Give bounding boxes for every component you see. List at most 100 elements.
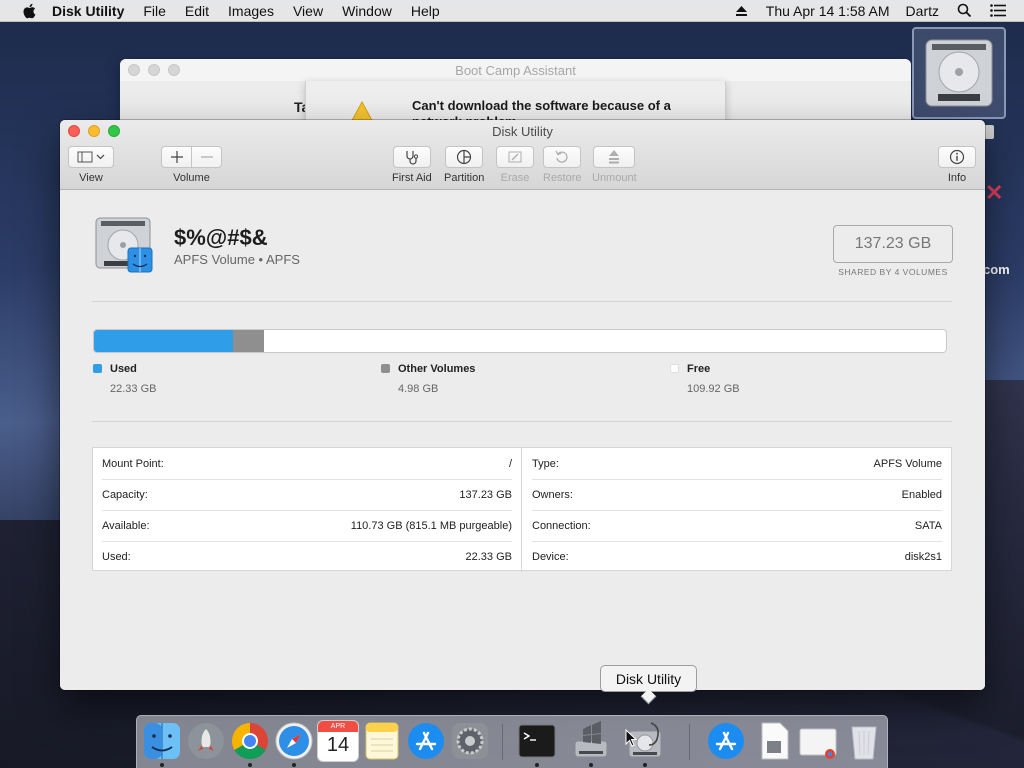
restore-tool: Restore [543, 146, 582, 184]
spotlight-icon[interactable] [957, 3, 972, 18]
document-icon[interactable] [754, 721, 794, 761]
shared-note: SHARED BY 4 VOLUMES [838, 267, 948, 277]
usage-other-segment [232, 330, 264, 352]
volume-size: 137.23 GB [854, 235, 932, 252]
minimize-button[interactable] [148, 64, 160, 76]
chrome-icon[interactable] [230, 721, 270, 761]
info-label: Info [947, 172, 967, 184]
terminal-icon[interactable] [517, 721, 557, 761]
unmount-tool: Unmount [592, 146, 637, 184]
info-value: 137.23 GB [459, 488, 512, 501]
apple-icon[interactable] [20, 3, 38, 19]
running-indicator [292, 763, 296, 767]
close-button[interactable] [128, 64, 140, 76]
info-key: Available: [102, 519, 150, 532]
menu-view[interactable]: View [293, 3, 323, 19]
divider [92, 301, 952, 302]
volume-subtitle: APFS Volume • APFS [174, 252, 300, 267]
info-tool: Info [938, 146, 976, 184]
menu-edit[interactable]: Edit [185, 3, 209, 19]
mouse-cursor-icon [625, 729, 637, 747]
safari-icon[interactable] [274, 721, 314, 761]
partition-icon [457, 149, 472, 165]
boot-camp-titlebar[interactable]: Boot Camp Assistant [120, 59, 911, 81]
legend-free-name: Free [687, 363, 711, 375]
dock-tooltip-text: Disk Utility [615, 670, 682, 687]
disk-utility-window[interactable]: Disk Utility View Volume First Aid Parti… [60, 120, 985, 690]
disk-utility-content: $%@#$& APFS Volume • APFS 137.23 GB SHAR… [60, 190, 985, 690]
erase-label: Erase [500, 172, 530, 184]
info-key: Mount Point: [102, 457, 164, 470]
unmount-icon [609, 150, 620, 164]
legend-other-value: 4.98 GB [398, 383, 439, 395]
eject-icon[interactable] [735, 5, 748, 17]
notes-icon[interactable] [362, 721, 402, 761]
menu-images[interactable]: Images [228, 3, 274, 19]
usage-used-segment [94, 330, 233, 352]
running-indicator [248, 763, 252, 767]
menu-help[interactable]: Help [411, 3, 440, 19]
running-indicator [589, 763, 593, 767]
launchpad-icon[interactable] [186, 721, 226, 761]
running-indicator [535, 763, 539, 767]
running-indicator [160, 763, 164, 767]
info-value: 22.33 GB [465, 550, 512, 563]
plus-icon [170, 151, 183, 163]
dock-separator [502, 724, 503, 760]
info-value: SATA [914, 519, 942, 532]
info-row-device: Device: disk2s1 [523, 541, 951, 572]
finder-icon[interactable] [142, 721, 182, 761]
desktop-logo-fragment: ✕ [985, 180, 1004, 205]
volume-name: $%@#$& [174, 225, 268, 250]
info-row-connection: Connection: SATA [523, 510, 951, 541]
info-table: Mount Point: / Capacity: 137.23 GB Avail… [92, 447, 952, 572]
notification-center-icon[interactable] [990, 4, 1006, 17]
hard-disk-icon[interactable] [920, 34, 998, 112]
info-key: Device: [532, 550, 569, 563]
info-row-used: Used: 22.33 GB [93, 541, 521, 572]
running-indicator [643, 763, 647, 767]
system-preferences-icon[interactable] [450, 721, 490, 761]
info-row-mount-point: Mount Point: / [93, 448, 521, 479]
trash-icon[interactable] [844, 721, 884, 761]
info-value: APFS Volume [873, 457, 942, 470]
menu-user[interactable]: Dartz [906, 3, 939, 19]
menu-file[interactable]: File [143, 3, 166, 19]
legend-used-value: 22.33 GB [110, 383, 157, 395]
partition-button[interactable] [445, 146, 484, 168]
calendar-day: 14 [326, 734, 350, 756]
info-button[interactable] [938, 146, 976, 168]
volume-tool: Volume [161, 146, 222, 184]
info-column-left: Mount Point: / Capacity: 137.23 GB Avail… [93, 448, 522, 572]
view-tool: View [68, 146, 114, 184]
zoom-button[interactable] [168, 64, 180, 76]
first-aid-button[interactable] [392, 146, 431, 168]
erase-button[interactable] [496, 146, 534, 168]
first-aid-tool: First Aid [392, 146, 432, 184]
view-button[interactable] [68, 146, 114, 168]
info-key: Connection: [532, 519, 591, 532]
app-store-icon[interactable] [406, 721, 446, 761]
menu-clock[interactable]: Thu Apr 14 1:58 AM [766, 3, 890, 19]
boot-camp-assistant-icon[interactable] [571, 721, 611, 761]
desktop-label-fragment: com [983, 262, 1010, 277]
chrome-document-icon[interactable] [798, 721, 838, 761]
legend-free-swatch [670, 364, 679, 373]
boot-camp-title: Boot Camp Assistant [455, 62, 576, 78]
app-store-downloads-icon[interactable] [706, 721, 746, 761]
add-volume-button[interactable] [162, 146, 191, 168]
unmount-label: Unmount [592, 172, 637, 184]
unmount-button[interactable] [593, 146, 636, 168]
window-title: Disk Utility [492, 124, 553, 139]
menu-window[interactable]: Window [342, 3, 392, 19]
disk-utility-toolbar: Disk Utility View Volume First Aid Parti… [60, 120, 985, 190]
dock: APR 14 [136, 715, 888, 768]
first-aid-label: First Aid [392, 172, 432, 184]
calendar-icon[interactable]: APR 14 [318, 721, 358, 761]
info-value: 110.73 GB (815.1 MB purgeable) [350, 519, 512, 532]
info-key: Type: [532, 457, 559, 470]
restore-button[interactable] [543, 146, 582, 168]
remove-volume-button[interactable] [191, 146, 221, 168]
menu-app-name[interactable]: Disk Utility [52, 3, 124, 19]
partition-tool: Partition [444, 146, 484, 184]
